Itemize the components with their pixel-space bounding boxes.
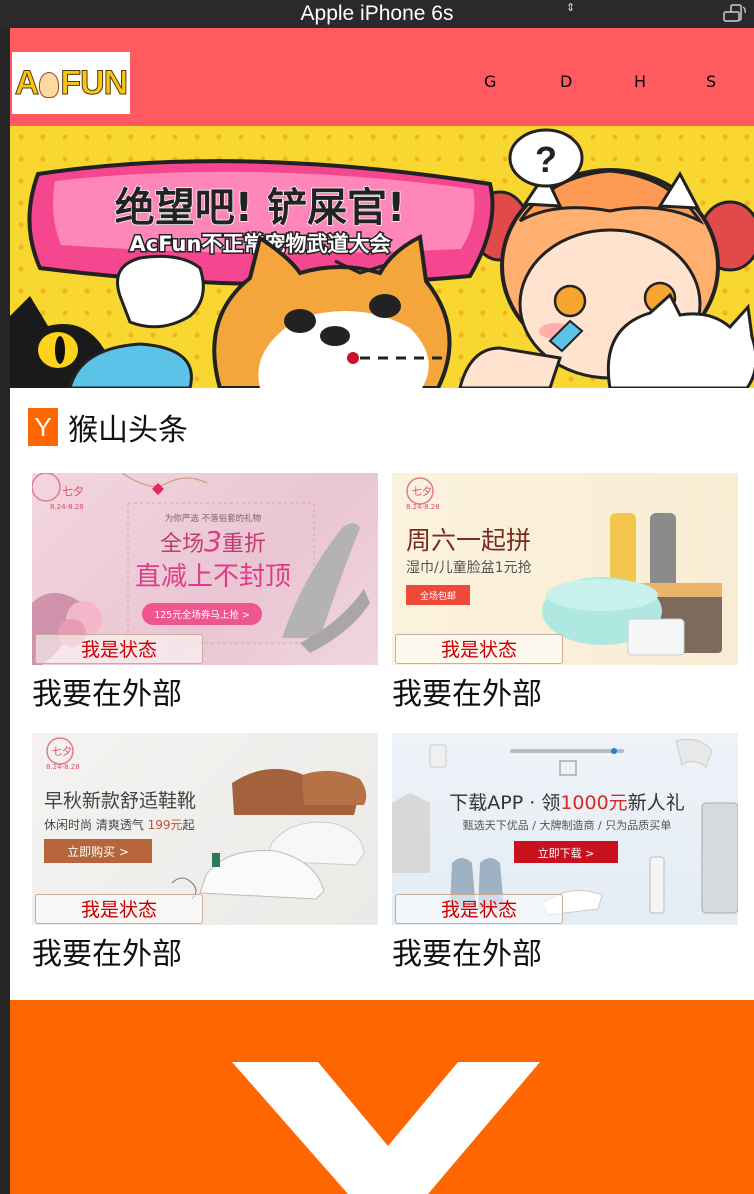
- card-caption: 我要在外部: [392, 677, 542, 712]
- card-caption: 我要在外部: [32, 677, 182, 712]
- card1-pill: 125元全场券马上抢 >: [154, 609, 250, 621]
- card1-line2: 直减上不封顶: [135, 562, 291, 592]
- news-card[interactable]: 七夕 8.24-8.28 为你严选 不落俗套的礼物 全场3重折 直减上不封顶 1…: [32, 473, 378, 712]
- svg-text:休闲时尚 清爽透气 199元起: 休闲时尚 清爽透气 199元起: [44, 817, 195, 832]
- card4-line2: 甄选天下优品 / 大牌制造商 / 只为品质买单: [463, 818, 671, 832]
- card1-line1num: 3: [204, 525, 222, 558]
- card-caption: 我要在外部: [32, 937, 182, 972]
- section-header: Y 猴山头条: [28, 408, 188, 448]
- card2-tag-date: 8.24-8.28: [406, 503, 440, 511]
- acfun-logo[interactable]: A FUN: [12, 52, 130, 114]
- card2-pill: 全场包邮: [420, 590, 456, 602]
- nav-item-g[interactable]: G: [484, 72, 496, 112]
- card1-small-line: 为你严选 不落俗套的礼物: [165, 513, 262, 524]
- card3-line2-price: 199元: [148, 818, 183, 832]
- card-caption: 我要在外部: [392, 937, 542, 972]
- rotate-device-icon[interactable]: [722, 3, 748, 23]
- card2-line1: 周六一起拼: [406, 526, 531, 555]
- card3-tag-date: 8.24-8.28: [46, 763, 80, 771]
- logo-letter-a: A: [14, 64, 40, 102]
- footer-brand-block: [10, 1000, 754, 1194]
- card-status-label: 我是状态: [35, 634, 203, 664]
- hero-banner[interactable]: ? 绝望吧! 铲屎官! AcFun不正常宠物武道大会: [10, 126, 754, 388]
- card2-line2: 湿巾/儿童脸盆1元抢: [406, 559, 532, 576]
- logo-letters-fun: FUN: [60, 64, 129, 102]
- card3-line1: 早秋新款舒适鞋靴: [44, 790, 196, 812]
- logo-mascot-icon: [39, 72, 60, 99]
- card3-pill: 立即购买 >: [67, 844, 129, 859]
- section-y-badge: Y: [28, 408, 58, 446]
- top-header: A FUN G D H S: [10, 28, 754, 126]
- banner-question-mark: ?: [535, 139, 557, 180]
- card1-tag-top: 七夕: [62, 485, 84, 498]
- banner-illustration: ? 绝望吧! 铲屎官! AcFun不正常宠物武道大会: [10, 128, 754, 388]
- device-select-chevron-icon[interactable]: ⇕: [566, 2, 575, 13]
- device-title: Apple iPhone 6s: [300, 2, 454, 25]
- news-card[interactable]: 七夕 8.24-8.28 早秋新款舒适鞋靴 休闲时尚 清爽透气 199元起 立即…: [32, 733, 378, 972]
- card4-pill: 立即下载 >: [538, 846, 595, 860]
- news-card[interactable]: 七夕 8.24-8.28 周六一起拼 湿巾/儿童脸盆1元抢 全场包邮 我是状态 …: [392, 473, 738, 712]
- card-status-label: 我是状态: [35, 894, 203, 924]
- nav-item-s[interactable]: S: [706, 72, 716, 112]
- card4-line1num: 1000元: [560, 792, 627, 814]
- card-image: 七夕 8.24-8.28 为你严选 不落俗套的礼物 全场3重折 直减上不封顶 1…: [32, 473, 378, 665]
- simulator-toolbar: Apple iPhone 6s ⇕: [0, 0, 754, 29]
- card2-tag-top: 七夕: [412, 486, 432, 498]
- card1-line1a: 全场: [160, 532, 204, 557]
- card1-tag-date: 8.24-8.28: [50, 503, 84, 511]
- card3-line2a: 休闲时尚 清爽透气: [44, 817, 148, 832]
- card3-line2b: 起: [183, 818, 195, 832]
- nav-item-h[interactable]: H: [634, 72, 646, 112]
- card3-tag-top: 七夕: [52, 746, 72, 758]
- svg-text:全场3重折: 全场3重折: [160, 525, 266, 558]
- news-card[interactable]: 下载APP · 领1000元新人礼 甄选天下优品 / 大牌制造商 / 只为品质买…: [392, 733, 738, 972]
- section-title: 猴山头条: [68, 413, 188, 448]
- card-status-label: 我是状态: [395, 634, 563, 664]
- card1-line1b: 重折: [222, 532, 266, 557]
- banner-headline: 绝望吧! 铲屎官!: [115, 185, 405, 231]
- simulator-frame-edge: [0, 28, 10, 1194]
- nav-item-d[interactable]: D: [560, 72, 572, 112]
- card-status-label: 我是状态: [395, 894, 563, 924]
- card-image: 下载APP · 领1000元新人礼 甄选天下优品 / 大牌制造商 / 只为品质买…: [392, 733, 738, 925]
- card-image: 七夕 8.24-8.28 早秋新款舒适鞋靴 休闲时尚 清爽透气 199元起 立即…: [32, 733, 378, 925]
- svg-text:下载APP · 领1000元新人礼: 下载APP · 领1000元新人礼: [449, 792, 684, 814]
- card4-line1a: 下载APP · 领: [449, 792, 560, 814]
- card4-line1b: 新人礼: [628, 792, 685, 814]
- app-screen: A FUN G D H S ? 绝望吧! 铲屎官! Y 猴山头条 七夕 8.24…: [10, 28, 754, 1194]
- footer-y-logo-icon: [232, 1062, 540, 1194]
- card-image: 七夕 8.24-8.28 周六一起拼 湿巾/儿童脸盆1元抢 全场包邮 我是状态: [392, 473, 738, 665]
